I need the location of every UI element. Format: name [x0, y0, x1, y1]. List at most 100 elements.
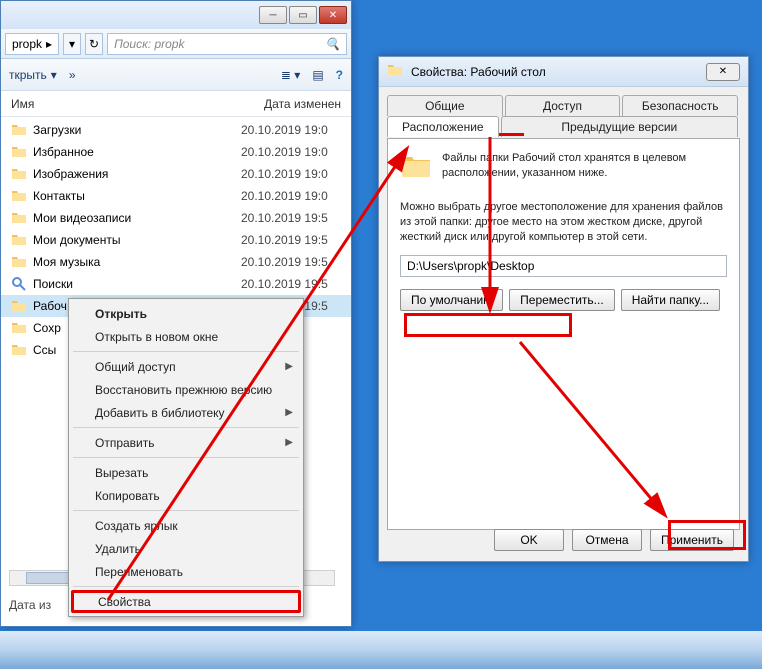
tab[interactable]: Безопасность	[622, 95, 738, 116]
menu-item[interactable]: Добавить в библиотеку▶	[71, 401, 301, 424]
dialog-titlebar: Свойства: Рабочий стол ✕	[379, 57, 748, 87]
find-target-button[interactable]: Найти папку...	[621, 289, 720, 311]
folder-icon	[11, 320, 27, 336]
item-date: 20.10.2019 19:5	[241, 211, 341, 225]
minimize-button[interactable]: ─	[259, 6, 287, 24]
item-name: Избранное	[33, 145, 235, 159]
menu-item[interactable]: Переименовать	[71, 560, 301, 583]
list-item[interactable]: Мои документы 20.10.2019 19:5	[1, 229, 351, 251]
toolbar-chevron[interactable]: »	[69, 68, 76, 82]
menu-item[interactable]: Общий доступ▶	[71, 355, 301, 378]
folder-icon	[11, 122, 27, 138]
item-name: Контакты	[33, 189, 235, 203]
column-date[interactable]: Дата изменен	[264, 97, 341, 111]
breadcrumb[interactable]: propk ▸	[5, 33, 59, 55]
menu-item[interactable]: Копировать	[71, 484, 301, 507]
list-item[interactable]: Изображения 20.10.2019 19:0	[1, 163, 351, 185]
folder-icon	[11, 188, 27, 204]
address-bar: propk ▸ ▾ ↻ Поиск: propk 🔍	[1, 29, 351, 59]
list-item[interactable]: Контакты 20.10.2019 19:0	[1, 185, 351, 207]
history-dropdown-button[interactable]: ▾	[63, 33, 81, 55]
list-item[interactable]: Загрузки 20.10.2019 19:0	[1, 119, 351, 141]
column-name[interactable]: Имя	[11, 97, 264, 111]
list-item[interactable]: Избранное 20.10.2019 19:0	[1, 141, 351, 163]
location-description: Можно выбрать другое местоположение для …	[400, 200, 727, 245]
folder-icon	[11, 254, 27, 270]
context-menu: ОткрытьОткрыть в новом окне Общий доступ▶…	[68, 298, 304, 617]
restore-default-button[interactable]: По умолчанию	[400, 289, 503, 311]
chevron-right-icon: ▸	[46, 37, 52, 51]
preview-pane-button[interactable]: ▤	[312, 68, 323, 82]
properties-dialog: Свойства: Рабочий стол ✕ ОбщиеДоступБезо…	[378, 56, 749, 562]
item-name: Мои документы	[33, 233, 235, 247]
item-date: 20.10.2019 19:0	[241, 167, 341, 181]
help-button[interactable]: ?	[336, 68, 343, 82]
item-name: Моя музыка	[33, 255, 235, 269]
menu-item[interactable]: Отправить▶	[71, 431, 301, 454]
folder-icon	[11, 298, 27, 314]
submenu-arrow-icon: ▶	[285, 437, 293, 448]
menu-item[interactable]: Восстановить прежнюю версию	[71, 378, 301, 401]
annotation-box-apply	[668, 520, 746, 550]
item-date: 20.10.2019 19:5	[241, 233, 341, 247]
folder-icon	[11, 232, 27, 248]
annotation-box-path	[404, 313, 572, 337]
menu-separator	[73, 457, 299, 458]
menu-separator	[73, 586, 299, 587]
item-date: 20.10.2019 19:0	[241, 189, 341, 203]
search-icon: 🔍	[325, 37, 340, 51]
chevron-down-icon: ▾	[51, 68, 57, 82]
list-item[interactable]: Поиски 20.10.2019 19:5	[1, 273, 351, 295]
menu-item[interactable]: Вырезать	[71, 461, 301, 484]
view-options-button[interactable]: ≣ ▾	[281, 68, 300, 82]
menu-item[interactable]: Открыть	[71, 302, 301, 325]
item-name: Изображения	[33, 167, 235, 181]
menu-item[interactable]: Свойства	[71, 590, 301, 613]
list-item[interactable]: Мои видеозаписи 20.10.2019 19:5	[1, 207, 351, 229]
item-date: 20.10.2019 19:5	[241, 277, 341, 291]
dialog-close-button[interactable]: ✕	[706, 63, 740, 81]
menu-item[interactable]: Удалить	[71, 537, 301, 560]
status-bar: Дата из	[9, 598, 51, 612]
item-name: Поиски	[33, 277, 235, 291]
item-date: 20.10.2019 19:5	[241, 255, 341, 269]
tab[interactable]: Доступ	[505, 95, 621, 116]
tab-strip: ОбщиеДоступБезопасность Расположение Пре…	[387, 95, 740, 139]
breadcrumb-label: propk	[12, 37, 42, 51]
column-headers[interactable]: Имя Дата изменен	[1, 91, 351, 117]
explorer-toolbar: ткрыть ▾ » ≣ ▾ ▤ ?	[1, 59, 351, 91]
explorer-titlebar: ─ ▭ ✕	[1, 1, 351, 29]
item-date: 20.10.2019 19:0	[241, 123, 341, 137]
dialog-title: Свойства: Рабочий стол	[411, 65, 546, 79]
menu-separator	[73, 427, 299, 428]
tab[interactable]: Общие	[387, 95, 503, 116]
folder-info-text: Файлы папки Рабочий стол хранятся в целе…	[442, 151, 727, 181]
tab-previous-versions[interactable]: Предыдущие версии	[501, 116, 738, 137]
taskbar[interactable]	[0, 631, 762, 669]
folder-icon	[387, 62, 403, 81]
folder-icon	[11, 166, 27, 182]
folder-large-icon	[400, 151, 432, 186]
search-input[interactable]: Поиск: propk 🔍	[107, 33, 347, 55]
menu-separator	[73, 510, 299, 511]
item-name: Загрузки	[33, 123, 235, 137]
refresh-button[interactable]: ↻	[85, 33, 103, 55]
list-item[interactable]: Моя музыка 20.10.2019 19:5	[1, 251, 351, 273]
ok-button[interactable]: OK	[494, 529, 564, 551]
menu-item[interactable]: Открыть в новом окне	[71, 325, 301, 348]
maximize-button[interactable]: ▭	[289, 6, 317, 24]
item-name: Мои видеозаписи	[33, 211, 235, 225]
folder-icon	[11, 342, 27, 358]
close-button[interactable]: ✕	[319, 6, 347, 24]
menu-item[interactable]: Создать ярлык	[71, 514, 301, 537]
path-input[interactable]	[400, 255, 727, 277]
folder-icon	[11, 276, 27, 292]
menu-separator	[73, 351, 299, 352]
submenu-arrow-icon: ▶	[285, 361, 293, 372]
tab-location[interactable]: Расположение	[387, 116, 499, 137]
folder-icon	[11, 210, 27, 226]
open-button[interactable]: ткрыть ▾	[9, 68, 57, 82]
cancel-button[interactable]: Отмена	[572, 529, 642, 551]
item-date: 20.10.2019 19:0	[241, 145, 341, 159]
move-button[interactable]: Переместить...	[509, 289, 615, 311]
